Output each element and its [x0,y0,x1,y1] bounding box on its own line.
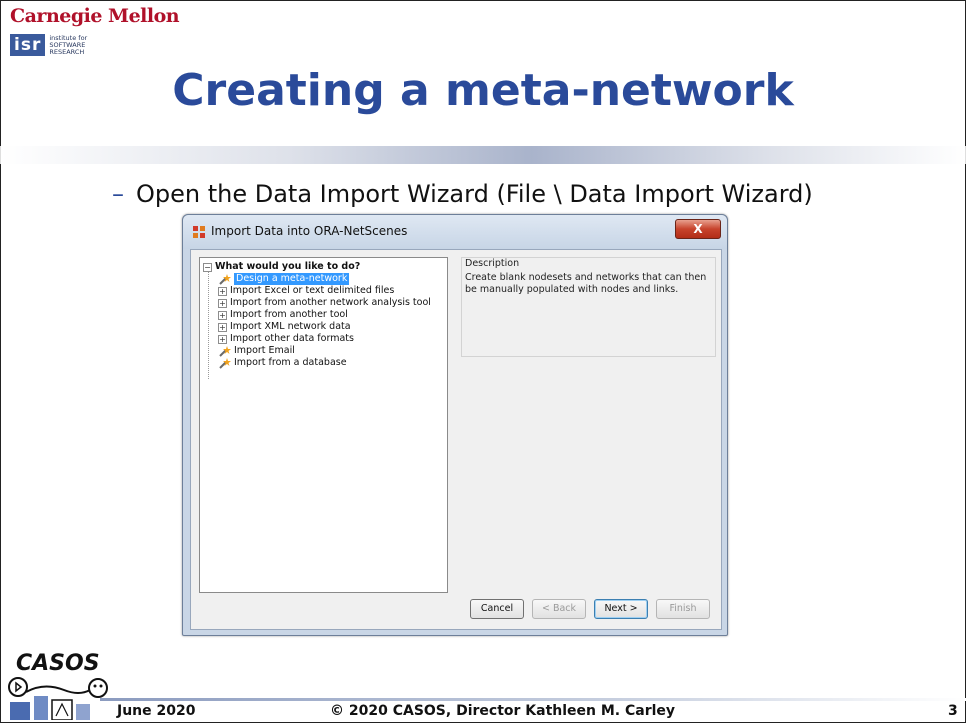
dialog-title: Import Data into ORA-NetScenes [211,224,408,238]
slide-title: Creating a meta-network [172,65,794,116]
tree-item-label: Import XML network data [230,321,351,332]
cancel-button[interactable]: Cancel [470,599,524,619]
tree-item-label: Import from another tool [230,309,348,320]
description-panel: Description Create blank nodesets and ne… [461,257,716,357]
ora-app-icon [193,226,205,238]
title-divider [0,146,966,164]
tree-guide-line [208,271,209,379]
description-text: Create blank nodesets and networks that … [465,272,707,295]
bullet-dash: – [112,180,124,208]
bullet-text: Open the Data Import Wizard (File \ Data… [136,180,813,208]
finish-button[interactable]: Finish [656,599,710,619]
wizard-wand-icon [219,273,231,285]
footer-divider [100,698,966,701]
tree-item-label: Import Excel or text delimited files [230,285,395,296]
tree-item-label: Import from a database [234,357,347,368]
carnegie-mellon-logo: Carnegie Mellon [10,5,180,27]
next-button[interactable]: Next > [594,599,648,619]
tree-item-import-another-tool[interactable]: + Import from another tool [218,309,348,321]
isr-logo-text: institute for SOFTWARE RESEARCH [49,34,87,56]
page-number: 3 [948,703,958,719]
tree-item-label: Import other data formats [230,333,354,344]
casos-logo-text: CASOS [16,651,100,676]
close-button[interactable]: X [675,219,721,239]
tree-root[interactable]: − What would you like to do? [203,261,360,273]
tree-item-label: Import Email [234,345,295,356]
tree-item-import-other-formats[interactable]: + Import other data formats [218,333,354,345]
back-button[interactable]: < Back [532,599,586,619]
isr-logo-mark: isr [10,34,46,56]
tree-item-label: Import from another network analysis too… [230,297,431,308]
wizard-button-bar: Cancel < Back Next > Finish [191,599,721,619]
wizard-wand-icon [219,345,231,357]
tree-item-design-meta-network[interactable]: Design a meta-network [218,273,350,285]
import-options-tree[interactable]: − What would you like to do? Design a me… [199,257,448,593]
tree-item-label: Design a meta-network [234,273,350,285]
footer-copyright: © 2020 CASOS, Director Kathleen M. Carle… [330,703,676,719]
isr-logo: isr institute for SOFTWARE RESEARCH [10,30,87,60]
tree-item-import-network-tool[interactable]: + Import from another network analysis t… [218,297,431,309]
wizard-wand-icon [219,357,231,369]
isr-line-3: RESEARCH [49,47,85,56]
dialog-content: − What would you like to do? Design a me… [190,249,722,630]
description-title: Description [465,258,520,269]
dialog-titlebar[interactable]: Import Data into ORA-NetScenes X [183,215,727,249]
casos-logo: CASOS [8,651,108,720]
tree-item-import-database[interactable]: Import from a database [218,357,347,369]
expand-icon[interactable]: + [218,322,227,332]
collapse-icon[interactable]: − [203,262,212,272]
tree-item-import-email[interactable]: Import Email [218,345,295,357]
tree-item-import-xml[interactable]: + Import XML network data [218,321,351,333]
bullet-point: – Open the Data Import Wizard (File \ Dat… [112,180,813,208]
tree-item-import-excel[interactable]: + Import Excel or text delimited files [218,285,394,297]
import-wizard-dialog: Import Data into ORA-NetScenes X − What … [182,214,728,636]
expand-icon[interactable]: + [218,334,227,344]
expand-icon[interactable]: + [218,310,227,320]
expand-icon[interactable]: + [218,298,227,308]
tree-root-label: What would you like to do? [215,261,361,272]
expand-icon[interactable]: + [218,286,227,296]
footer-date: June 2020 [117,703,196,719]
